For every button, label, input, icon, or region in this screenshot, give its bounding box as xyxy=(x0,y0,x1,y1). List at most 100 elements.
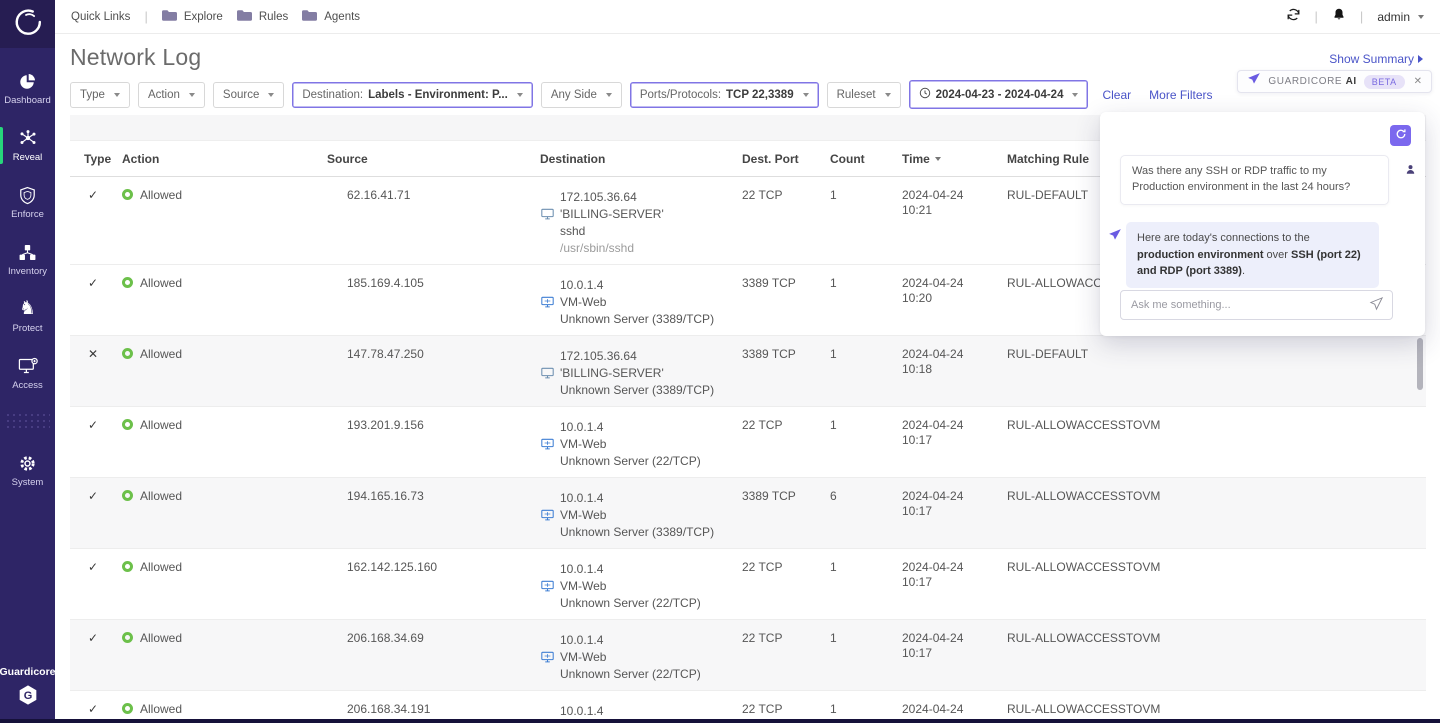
sidebar-item-inventory[interactable]: Inventory xyxy=(0,239,55,280)
sidebar-item-system[interactable]: System xyxy=(0,450,55,491)
dest-port: 3389 TCP xyxy=(742,347,830,398)
sidebar-item-reveal[interactable]: Reveal xyxy=(0,125,55,166)
sidebar-item-protect[interactable]: ♞ Protect xyxy=(0,296,55,337)
send-plane-icon xyxy=(1369,296,1384,314)
col-source[interactable]: Source xyxy=(327,152,540,166)
source-ip[interactable]: 185.169.4.105 xyxy=(347,276,424,290)
nav-agents[interactable]: Agents xyxy=(302,10,360,24)
dest-ip[interactable]: 10.0.1.4 xyxy=(560,420,603,434)
sidebar-item-label: Access xyxy=(12,380,43,391)
sidebar-item-dashboard[interactable]: Dashboard xyxy=(0,68,55,109)
user-menu[interactable]: admin xyxy=(1377,10,1424,24)
allowed-status-icon xyxy=(122,277,133,288)
filter-ruleset[interactable]: Ruleset xyxy=(827,82,901,108)
connection-count: 6 xyxy=(830,489,902,540)
vm-icon xyxy=(540,509,554,521)
col-dest-port[interactable]: Dest. Port xyxy=(742,152,830,166)
dest-process[interactable]: Unknown Server (22/TCP) xyxy=(560,596,701,610)
new-chat-button[interactable] xyxy=(1390,125,1411,146)
send-button[interactable] xyxy=(1369,296,1384,314)
clear-filters-button[interactable]: Clear xyxy=(1102,88,1131,102)
dest-process[interactable]: Unknown Server (3389/TCP) xyxy=(560,383,714,397)
dest-host[interactable]: VM-Web xyxy=(560,295,606,309)
dest-process[interactable]: Unknown Server (22/TCP) xyxy=(560,454,701,468)
guardicore-ai-chip[interactable]: GUARDICORE AI BETA ✕ xyxy=(1237,70,1432,93)
filter-source[interactable]: Source xyxy=(213,82,284,108)
notifications-button[interactable] xyxy=(1332,7,1346,27)
col-destination[interactable]: Destination xyxy=(540,152,742,166)
bell-icon xyxy=(1332,7,1346,27)
dest-ip[interactable]: 10.0.1.4 xyxy=(560,562,603,576)
chat-input[interactable] xyxy=(1131,299,1369,311)
dest-ip[interactable]: 10.0.1.4 xyxy=(560,278,603,292)
chevron-down-icon xyxy=(606,93,612,97)
connection-count: 1 xyxy=(830,418,902,469)
dest-host[interactable]: VM-Web xyxy=(560,579,606,593)
table-row[interactable]: ✓ Allowed 162.142.125.160 10.0.1.4 VM-We… xyxy=(70,549,1426,620)
source-ip[interactable]: 147.78.47.250 xyxy=(347,347,424,361)
show-summary-link[interactable]: Show Summary xyxy=(1329,52,1423,66)
dest-host[interactable]: VM-Web xyxy=(560,650,606,664)
nav-explore[interactable]: Explore xyxy=(162,10,223,24)
close-icon[interactable]: ✕ xyxy=(1414,76,1422,87)
filter-date-range[interactable]: 2024-04-23 - 2024-04-24 xyxy=(909,80,1089,109)
action-label: Allowed xyxy=(140,188,182,202)
paper-plane-icon xyxy=(1247,72,1261,91)
source-ip[interactable]: 206.168.34.191 xyxy=(347,702,430,716)
connection-count: 1 xyxy=(830,188,902,256)
dest-process[interactable]: Unknown Server (3389/TCP) xyxy=(560,525,714,539)
table-row[interactable]: ✓ Allowed 193.201.9.156 10.0.1.4 VM-Web … xyxy=(70,407,1426,478)
sidebar-item-access[interactable]: Access xyxy=(0,353,55,394)
chevron-down-icon xyxy=(803,93,809,97)
matching-rule: RUL-ALLOWACCESSTOVM xyxy=(1007,631,1426,682)
log-time: 10:18 xyxy=(902,362,1007,377)
filter-any-side[interactable]: Any Side xyxy=(541,82,622,108)
topbar: Quick Links | Explore Rules Agents | | a… xyxy=(55,0,1440,34)
dest-host[interactable]: VM-Web xyxy=(560,508,606,522)
filter-ports-protocols[interactable]: Ports/Protocols:TCP 22,3389 xyxy=(630,82,819,108)
dest-process[interactable]: Unknown Server (3389/TCP) xyxy=(560,312,714,326)
refresh-button[interactable] xyxy=(1286,7,1301,27)
source-ip[interactable]: 193.201.9.156 xyxy=(347,418,424,432)
dest-host[interactable]: VM-Web xyxy=(560,437,606,451)
allowed-status-icon xyxy=(122,561,133,572)
chevron-down-icon xyxy=(517,93,523,97)
table-row[interactable]: ✓ Allowed 194.165.16.73 10.0.1.4 VM-Web … xyxy=(70,478,1426,549)
vertical-scrollbar-thumb[interactable] xyxy=(1417,338,1423,390)
ai-plane-icon xyxy=(1108,228,1122,247)
vm-icon xyxy=(540,438,554,450)
nav-rules[interactable]: Rules xyxy=(237,10,288,24)
sidebar-item-label: Reveal xyxy=(13,152,43,163)
table-row[interactable]: ✕ Allowed 147.78.47.250 172.105.36.64 'B… xyxy=(70,336,1426,407)
dest-ip[interactable]: 10.0.1.4 xyxy=(560,491,603,505)
filter-action[interactable]: Action xyxy=(138,82,205,108)
source-ip[interactable]: 162.142.125.160 xyxy=(347,560,437,574)
dest-process[interactable]: Unknown Server (22/TCP) xyxy=(560,667,701,681)
dest-ip[interactable]: 172.105.36.64 xyxy=(560,190,637,204)
col-time-sort[interactable]: Time xyxy=(902,152,1007,166)
guardicore-logo[interactable] xyxy=(0,0,55,48)
filter-destination[interactable]: Destination:Labels - Environment: P... xyxy=(292,82,532,108)
dashboard-icon xyxy=(18,71,37,91)
dest-host[interactable]: 'BILLING-SERVER' xyxy=(560,366,664,380)
dest-ip[interactable]: 10.0.1.4 xyxy=(560,704,603,718)
more-filters-button[interactable]: More Filters xyxy=(1149,88,1212,102)
dest-process[interactable]: sshd xyxy=(560,224,585,238)
network-log-page: Dashboard Reveal Enforce Inventory ♞ Pro… xyxy=(0,0,1440,723)
restart-chat-icon xyxy=(1395,128,1407,143)
col-count[interactable]: Count xyxy=(830,152,902,166)
filter-type[interactable]: Type xyxy=(70,82,130,108)
sidebar-item-enforce[interactable]: Enforce xyxy=(0,182,55,223)
dest-ip[interactable]: 10.0.1.4 xyxy=(560,633,603,647)
table-row[interactable]: ✓ Allowed 206.168.34.69 10.0.1.4 VM-Web … xyxy=(70,620,1426,691)
page-title: Network Log xyxy=(70,44,201,71)
source-ip[interactable]: 62.16.41.71 xyxy=(347,188,410,202)
inventory-icon xyxy=(18,242,37,262)
source-ip[interactable]: 206.168.34.69 xyxy=(347,631,424,645)
col-action[interactable]: Action xyxy=(122,152,327,166)
dest-host[interactable]: 'BILLING-SERVER' xyxy=(560,207,664,221)
col-type[interactable]: Type xyxy=(84,152,122,166)
source-ip[interactable]: 194.165.16.73 xyxy=(347,489,424,503)
dest-ip[interactable]: 172.105.36.64 xyxy=(560,349,637,363)
quick-links-menu[interactable]: Quick Links xyxy=(71,11,130,23)
